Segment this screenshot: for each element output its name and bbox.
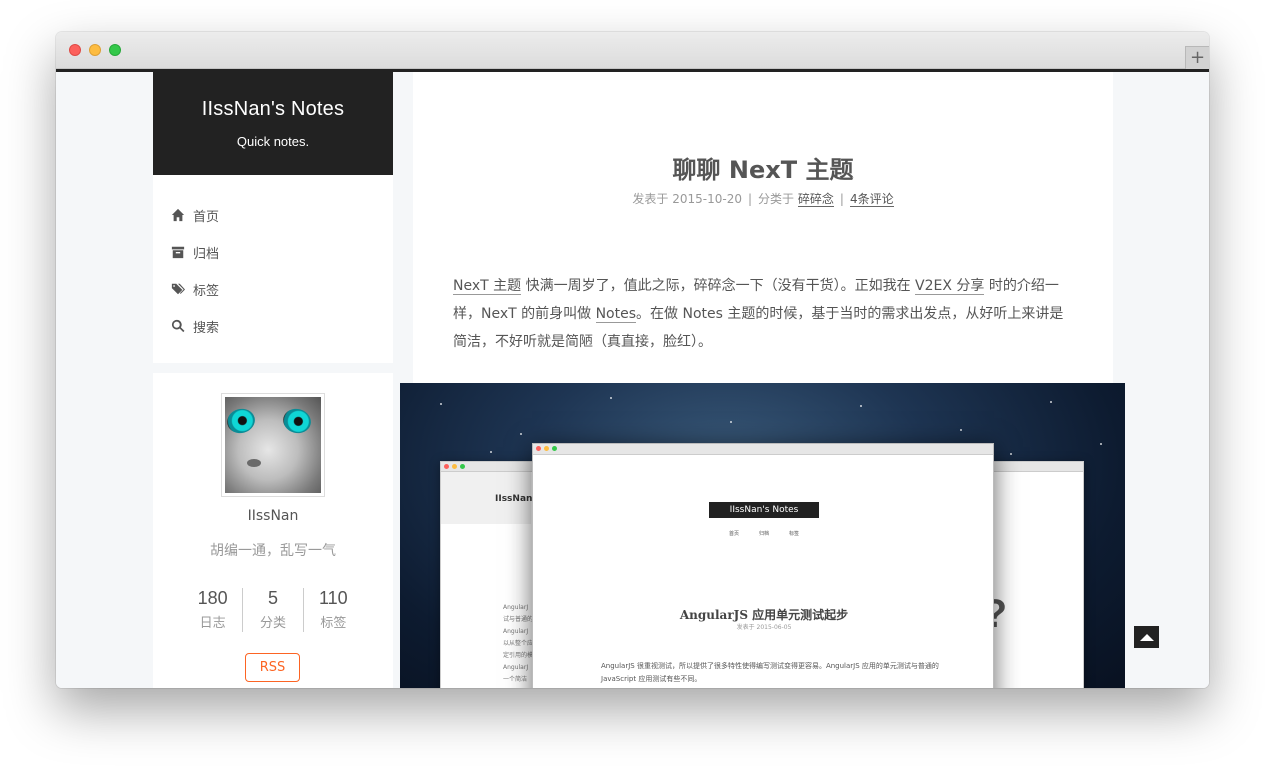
new-tab-button[interactable]: +: [1185, 46, 1209, 69]
author-overview: IIssNan 胡编一通，乱写一气 180 日志 5 分类 110 标签 RSS: [153, 373, 393, 688]
menu-item-label: 归档: [193, 246, 220, 262]
menu-item-archives[interactable]: 归档: [171, 241, 219, 263]
category-link[interactable]: 碎碎念: [797, 192, 834, 207]
page-viewport[interactable]: IIssNan's Notes Quick notes. 首页 归档 标签 搜索: [56, 72, 1209, 688]
mockup-back-brand: IIssNan': [441, 472, 535, 524]
menu-item-search[interactable]: 搜索: [171, 315, 219, 337]
post-date: 发表于 2015-10-20: [632, 192, 742, 206]
site-brand[interactable]: IIssNan's Notes Quick notes.: [153, 72, 393, 175]
stat-categories[interactable]: 5 分类: [242, 588, 302, 632]
site-nav-menu: 首页 归档 标签 搜索: [153, 175, 393, 363]
mockup-front-title: AngularJS 应用单元测试起步: [679, 608, 849, 622]
post-title[interactable]: 聊聊 NexT 主题: [413, 150, 1113, 185]
mockup-front-menu: 首页 归档 标签: [729, 531, 799, 537]
browser-window: + IIssNan's Notes Quick notes. 首页 归档 标签 …: [56, 32, 1209, 688]
menu-item-label: 标签: [193, 283, 220, 299]
stat-count: 110: [318, 588, 348, 608]
menu-item-label: 首页: [193, 209, 220, 225]
menu-item-home[interactable]: 首页: [171, 204, 219, 226]
plus-icon: +: [1189, 47, 1206, 68]
tags-icon: [171, 283, 185, 295]
site-stats: 180 日志 5 分类 110 标签: [183, 588, 363, 632]
cat-avatar-image: [225, 397, 321, 493]
mockup-front-date: 发表于 2015-06-05: [736, 624, 792, 631]
author-name: IIssNan: [247, 508, 299, 524]
author-description: 胡编一通，乱写一气: [210, 543, 336, 559]
mockup-front-brand: IIssNan's Notes: [709, 502, 819, 518]
rss-button[interactable]: RSS: [245, 653, 300, 682]
post-hero-image: IIssNan' AngularJ 试与普通的 AngularJ 以从整个应 定…: [400, 383, 1125, 688]
comments-link[interactable]: 4条评论: [849, 192, 894, 207]
menu-item-tags[interactable]: 标签: [171, 278, 219, 300]
post-paragraph: NexT 主题 快满一周岁了，值此之际，碎碎念一下（没有干货）。正如我在 V2E…: [453, 278, 1064, 350]
stat-tags[interactable]: 110 标签: [302, 588, 363, 632]
site-title[interactable]: IIssNan's Notes: [153, 98, 393, 121]
stat-posts[interactable]: 180 日志: [183, 588, 242, 632]
zoom-window-button[interactable]: [109, 44, 121, 56]
minimize-window-button[interactable]: [89, 44, 101, 56]
stat-label: 日志: [199, 616, 226, 631]
back-to-top-button[interactable]: [1134, 626, 1159, 648]
menu-item-label: 搜索: [193, 320, 220, 336]
archive-icon: [171, 246, 185, 259]
v2ex-share-link[interactable]: V2EX 分享: [915, 278, 985, 295]
arrow-up-icon: [1139, 633, 1154, 641]
avatar: [221, 393, 325, 497]
stat-label: 分类: [259, 616, 286, 631]
mockup-front-text: AngularJS 很重视测试，所以提供了很多特性使得编写测试变得更容易。Ang…: [601, 662, 939, 683]
mockup-front-window: IIssNan's Notes 首页 归档 标签 AngularJS 应用单元测…: [532, 443, 994, 688]
stat-label: 标签: [320, 616, 347, 631]
category-prefix: 分类于: [758, 192, 795, 206]
browser-titlebar: +: [56, 32, 1209, 69]
home-icon: [171, 208, 185, 222]
post-meta: 发表于 2015-10-20 | 分类于 碎碎念 | 4条评论: [632, 192, 894, 207]
search-icon: [171, 319, 185, 333]
close-window-button[interactable]: [69, 44, 81, 56]
stat-count: 180: [197, 588, 228, 608]
site-subtitle: Quick notes.: [236, 134, 310, 149]
stat-count: 5: [267, 588, 278, 608]
next-theme-link[interactable]: NexT 主题: [453, 278, 522, 295]
notes-link[interactable]: Notes: [595, 306, 637, 323]
